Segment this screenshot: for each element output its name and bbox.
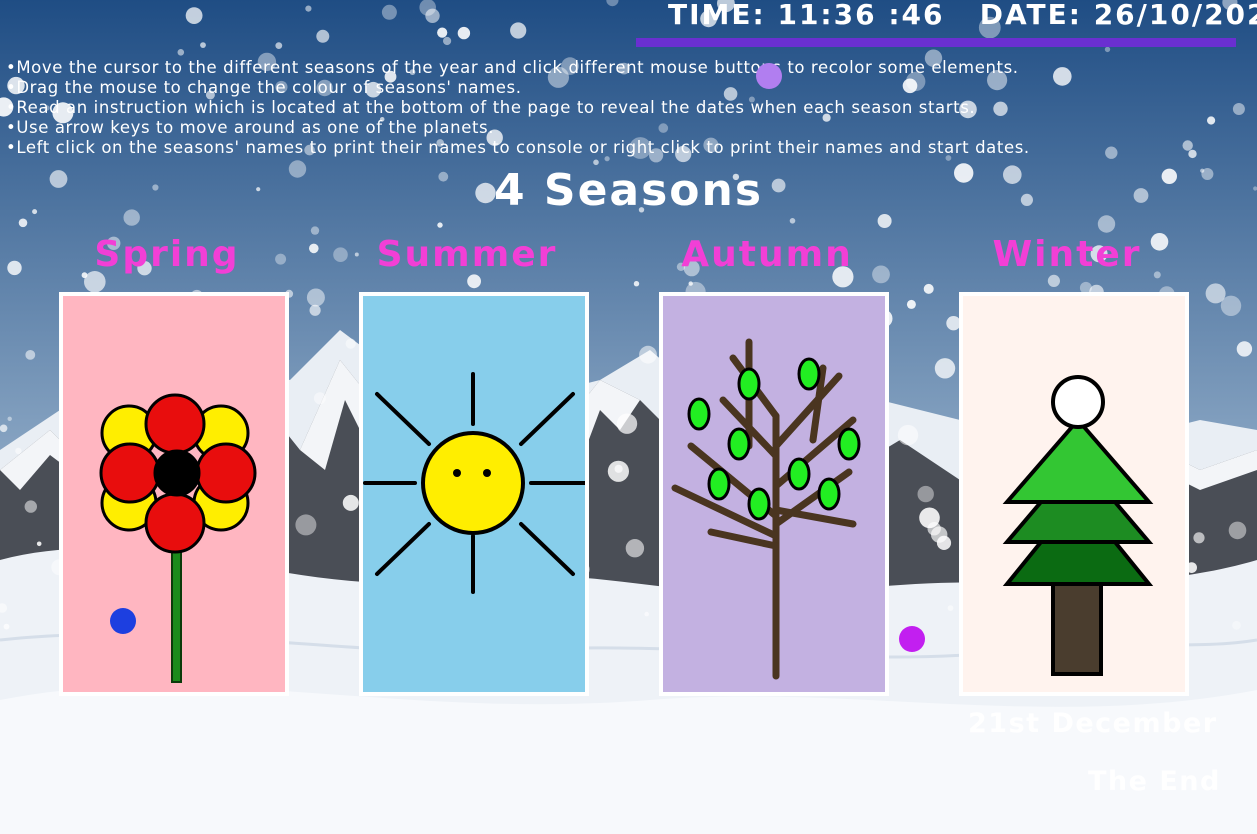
season-panel-winter[interactable]: [959, 292, 1189, 696]
tree-icon: [671, 338, 861, 680]
snowflake: [345, 338, 356, 349]
snowflake: [25, 350, 36, 360]
season-panel-autumn[interactable]: [659, 292, 889, 696]
date-value: 26/10/2023: [1093, 0, 1257, 31]
snowflake: [457, 26, 471, 40]
snowflake: [877, 214, 892, 228]
snowflake: [1182, 140, 1193, 151]
snowflake: [1104, 46, 1111, 53]
snowflake: [789, 218, 796, 224]
time-value: 11:36 :46: [777, 0, 945, 31]
snowflake: [688, 281, 693, 286]
snowflake: [18, 218, 28, 228]
snowflake: [1228, 521, 1247, 540]
snowflake: [443, 36, 452, 46]
snowflake: [1236, 341, 1253, 357]
snowflake: [639, 345, 657, 364]
season-name-autumn[interactable]: Autumn: [652, 234, 882, 275]
planet-purple[interactable]: [756, 63, 782, 89]
flower-icon: [99, 393, 257, 683]
snowflake: [1105, 146, 1118, 159]
the-end-instruction[interactable]: The End: [1088, 766, 1221, 797]
snowflake: [625, 539, 645, 558]
snowflake: [306, 288, 325, 307]
instructions-list: Move the cursor to the different seasons…: [6, 58, 1030, 158]
season-name-spring[interactable]: Spring: [52, 234, 282, 275]
snowflake: [1188, 149, 1197, 159]
snowflake: [1207, 116, 1216, 125]
sun-icon: [363, 372, 585, 594]
instruction-item: Left click on the seasons' names to prin…: [6, 138, 1030, 158]
snowflake: [1193, 532, 1205, 544]
snowflake: [437, 222, 443, 228]
snowflake: [309, 243, 319, 254]
instruction-item: Read an instruction which is located at …: [6, 98, 1030, 118]
snowflake: [313, 392, 326, 405]
snowflake: [1047, 274, 1060, 287]
snowflake: [616, 413, 638, 434]
snowflake: [1097, 215, 1116, 233]
date-label: DATE:: [979, 0, 1082, 31]
snowflake: [510, 22, 527, 39]
planet-magenta[interactable]: [899, 626, 925, 652]
season-panel-summer[interactable]: [359, 292, 589, 696]
season-panel-spring[interactable]: [59, 292, 289, 696]
snowflake: [931, 526, 948, 543]
planet-blue[interactable]: [110, 608, 136, 634]
snowflake: [3, 623, 10, 630]
snowflake: [934, 358, 956, 379]
snowflake: [15, 447, 22, 455]
snowflake: [437, 27, 448, 38]
snowflake: [200, 42, 206, 48]
snowflake: [185, 7, 203, 24]
snowflake: [917, 485, 934, 503]
snowflake: [1232, 620, 1241, 630]
clock-underline-bar: [636, 38, 1236, 47]
season-name-winter[interactable]: Winter: [952, 234, 1182, 275]
time-label: TIME:: [668, 0, 766, 31]
snowflake: [919, 507, 940, 529]
snowflake: [947, 605, 954, 611]
snowflake: [897, 424, 919, 446]
snowflake: [644, 611, 649, 617]
page-title: 4 Seasons: [493, 165, 764, 216]
snowflake: [295, 514, 317, 536]
snowflake: [7, 416, 12, 421]
snowflake: [342, 494, 359, 511]
snowflake: [906, 299, 916, 309]
snowflake: [7, 260, 22, 276]
snowflake: [1232, 103, 1245, 115]
instruction-item: Use arrow keys to move around as one of …: [6, 118, 1030, 138]
pine-tree-icon: [1002, 375, 1154, 676]
snowflake: [177, 49, 185, 56]
snowflake: [305, 5, 312, 12]
instruction-item: Move the cursor to the different seasons…: [6, 58, 1030, 78]
snowflake: [275, 42, 283, 49]
snowflake: [607, 460, 630, 482]
snowflake: [633, 281, 640, 287]
snowflake: [333, 247, 348, 262]
snowflake: [381, 4, 397, 20]
snowflake: [310, 226, 320, 235]
snowflake: [316, 29, 330, 43]
season-start-date: 21st December: [968, 708, 1218, 739]
snowflake: [24, 500, 37, 513]
snowflake: [467, 274, 481, 289]
snowflake: [923, 283, 934, 294]
clock-readout: TIME: 11:36 :46 DATE: 26/10/2023: [668, 0, 1257, 30]
instruction-item: Drag the mouse to change the colour of s…: [6, 78, 1030, 98]
snowflake: [1053, 67, 1072, 86]
snowflake: [0, 424, 8, 433]
snowflake: [36, 541, 42, 547]
season-name-summer[interactable]: Summer: [352, 234, 582, 275]
snowflake: [1220, 295, 1242, 316]
